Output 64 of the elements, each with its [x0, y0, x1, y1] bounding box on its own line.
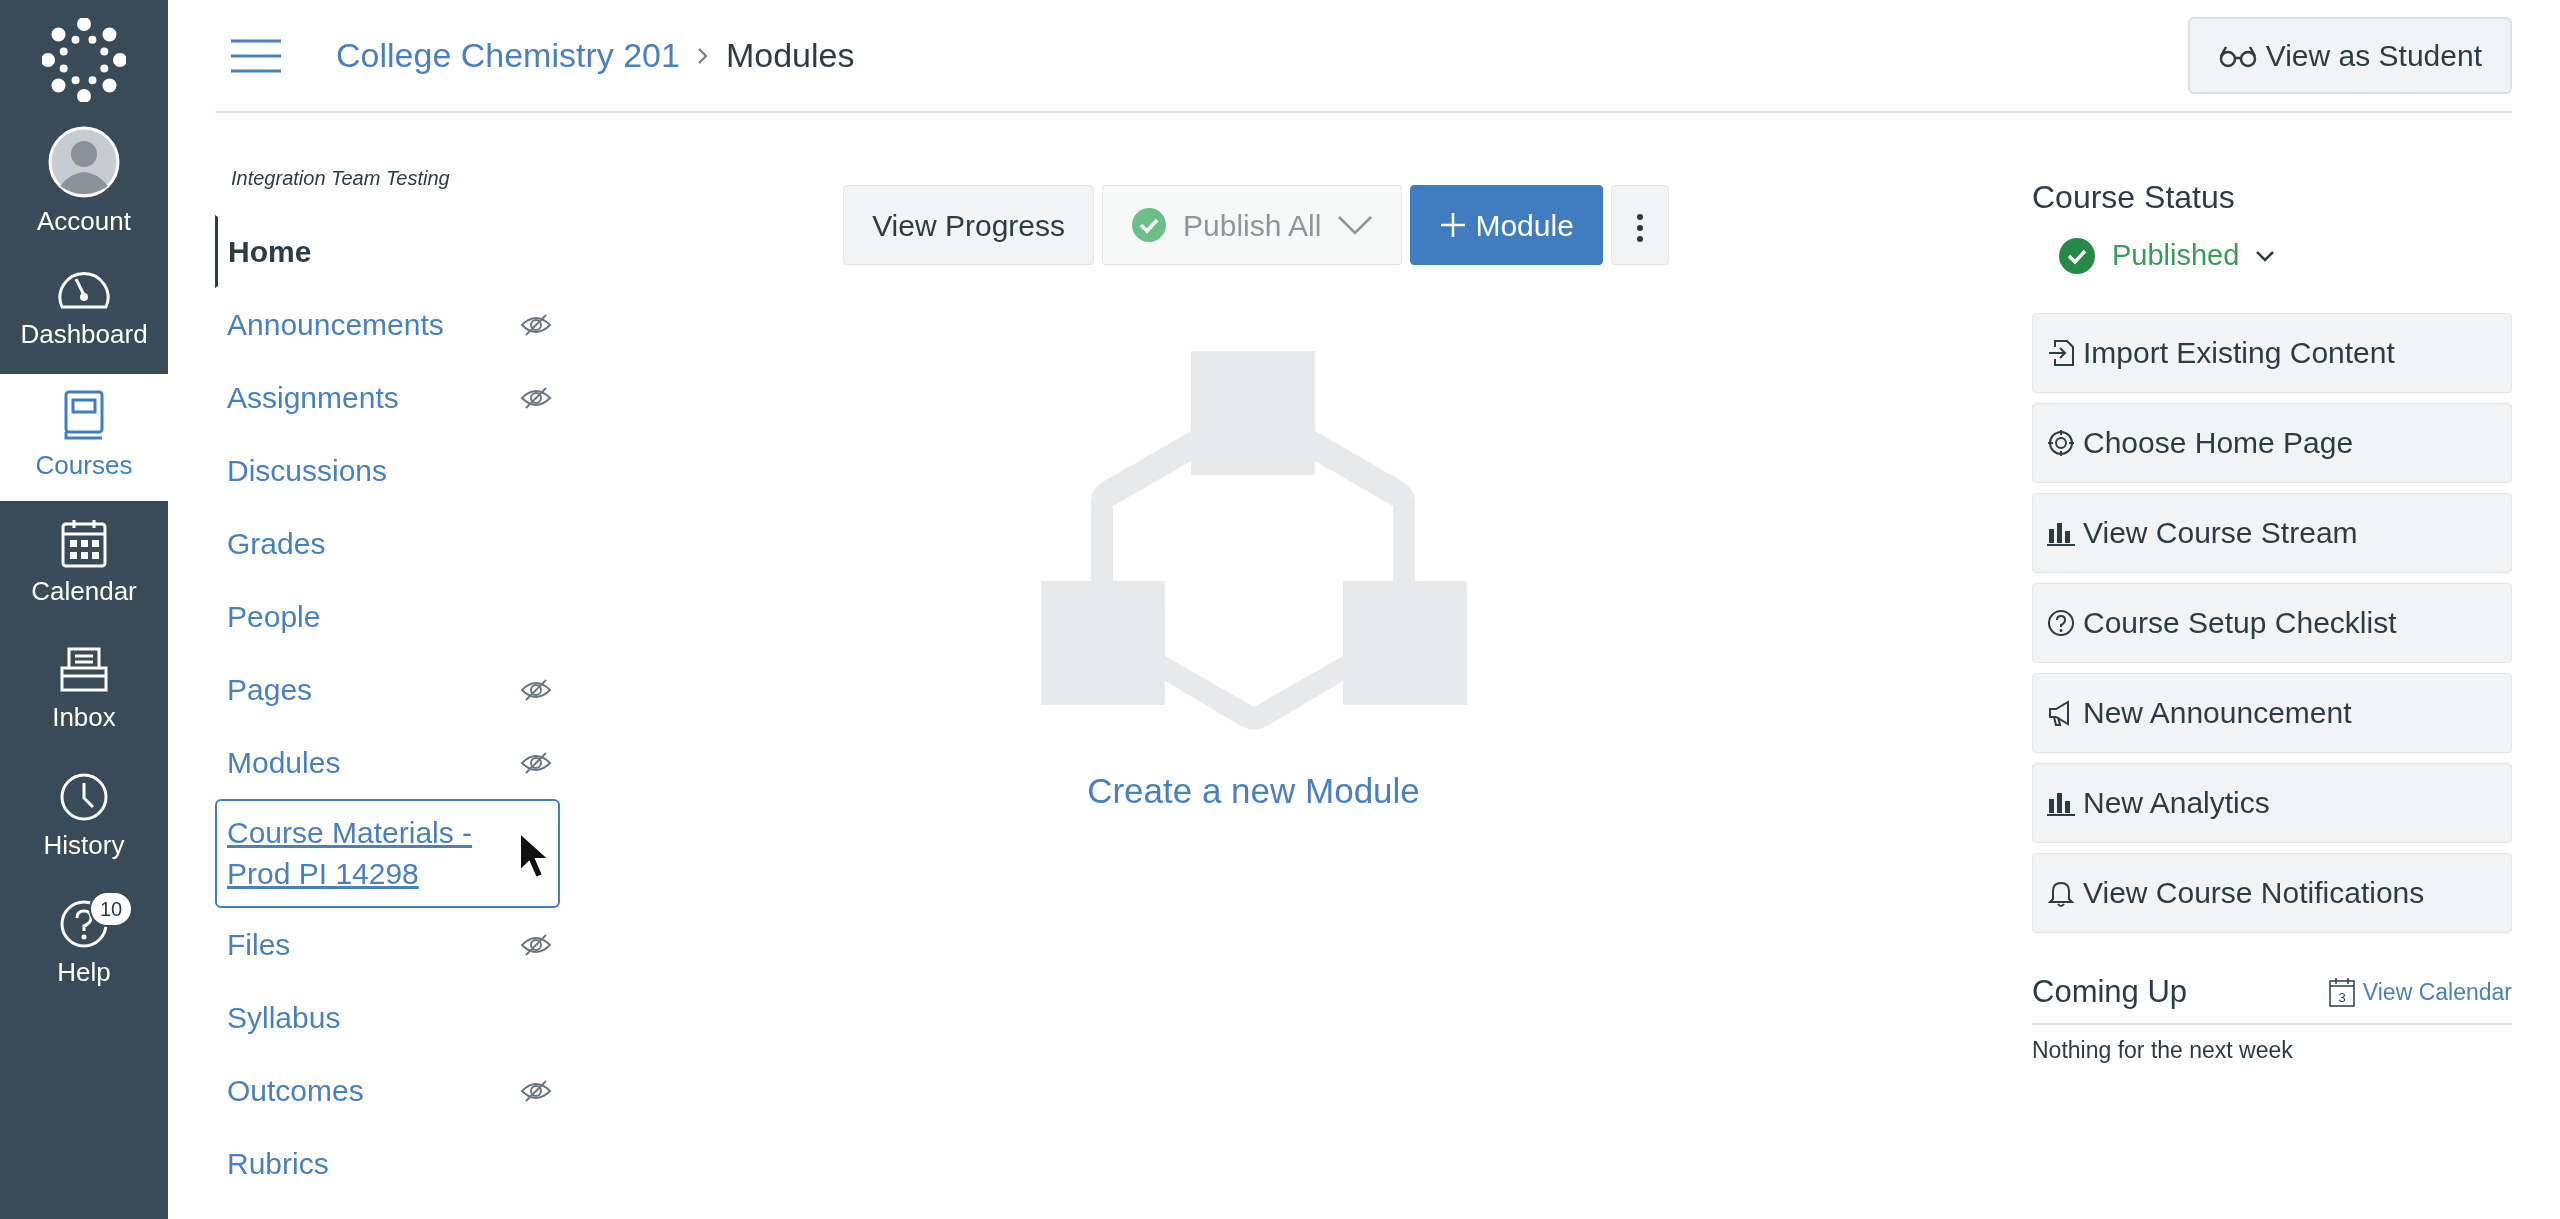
eye-slash-icon [520, 385, 552, 410]
nav-item[interactable]: Dashboard [0, 247, 168, 374]
sidebar-action-button[interactable]: Choose Home Page [2032, 402, 2512, 483]
nav-item[interactable]: History [0, 755, 168, 882]
course-status-title: Course Status [2032, 178, 2236, 217]
nav-item[interactable]: Courses [0, 374, 168, 501]
course-nav-link[interactable]: People [215, 580, 333, 653]
course-nav-link[interactable]: Home [215, 215, 324, 288]
view-as-student-button[interactable]: View as Student [2187, 17, 2512, 94]
course-nav-link[interactable]: Assignments [215, 361, 411, 434]
caret-icon [2255, 248, 2276, 263]
course-nav-link[interactable]: Pages [215, 653, 325, 726]
kebab-icon [1635, 212, 1644, 243]
logo-icon[interactable] [42, 18, 126, 102]
chevron-right-icon [695, 45, 710, 66]
breadcrumb-link[interactable]: College Chemistry 201 [336, 30, 680, 81]
eye-slash-icon [520, 932, 552, 957]
caret-icon [1337, 214, 1374, 236]
empty-message: Nothing for the next week [2032, 1036, 2294, 1065]
target-icon [2047, 428, 2075, 457]
course-nav-link[interactable]: Files [215, 908, 303, 981]
nav-item[interactable]: 10 Help [0, 882, 168, 1009]
course-nav-link[interactable]: Outcomes [215, 1054, 376, 1127]
course-nav-link[interactable]: Announcements [215, 288, 456, 361]
status-dropdown[interactable]: Published [2052, 233, 2282, 279]
more-options-button[interactable] [1610, 185, 1669, 265]
sidebar-action-button[interactable]: View Course Notifications [2032, 852, 2512, 933]
course-nav-link[interactable]: Grades [215, 507, 338, 580]
eye-slash-icon [520, 312, 552, 337]
breadcrumb-current: Modules [725, 35, 855, 76]
eye-slash-icon [520, 750, 552, 775]
course-nav-link[interactable]: Syllabus [215, 981, 353, 1054]
inbox-icon [59, 646, 109, 694]
sidebar-action-button[interactable]: New Announcement [2032, 672, 2512, 753]
avatar-icon [48, 126, 120, 198]
course-nav-link[interactable]: Discussions [215, 434, 400, 507]
sidebar-action-button[interactable]: View Course Stream [2032, 492, 2512, 573]
eye-slash-icon [520, 1078, 552, 1103]
view-calendar-link[interactable]: View Calendar [2362, 974, 2512, 1009]
book-icon [62, 390, 106, 442]
sidebar-action-button[interactable]: Import Existing Content [2032, 312, 2512, 393]
question-icon [2047, 608, 2075, 637]
nav-item[interactable]: Calendar [0, 501, 168, 628]
coming-up-title: Coming Up [2032, 972, 2188, 1011]
course-nav-link[interactable]: Modules [215, 726, 353, 799]
course-nav-link[interactable]: Course Materials - Prod PI 14298 [215, 799, 560, 908]
eye-slash-icon [520, 677, 552, 702]
nav-item[interactable]: Account [0, 120, 168, 247]
sidebar-action-button[interactable]: Course Setup Checklist [2032, 582, 2512, 663]
check-circle-icon [1131, 207, 1167, 243]
view-progress-button[interactable]: View Progress [843, 185, 1094, 265]
count-badge: 10 [89, 891, 134, 927]
add-module-button[interactable]: Module [1410, 185, 1603, 265]
nav-item[interactable]: Inbox [0, 628, 168, 755]
clock-icon [59, 772, 109, 822]
create-module-link[interactable]: Create a new Module [1087, 765, 1420, 818]
course-nav-link[interactable]: Rubrics [215, 1127, 341, 1200]
check-circle-icon [2058, 236, 2096, 275]
import-icon [2047, 338, 2075, 367]
menu-icon[interactable] [231, 37, 281, 74]
sidebar-action-button[interactable]: New Analytics [2032, 762, 2512, 843]
plus-icon [1439, 211, 1468, 239]
course-subtitle: Integration Team Testing [230, 166, 451, 191]
calendar-icon [60, 518, 108, 568]
